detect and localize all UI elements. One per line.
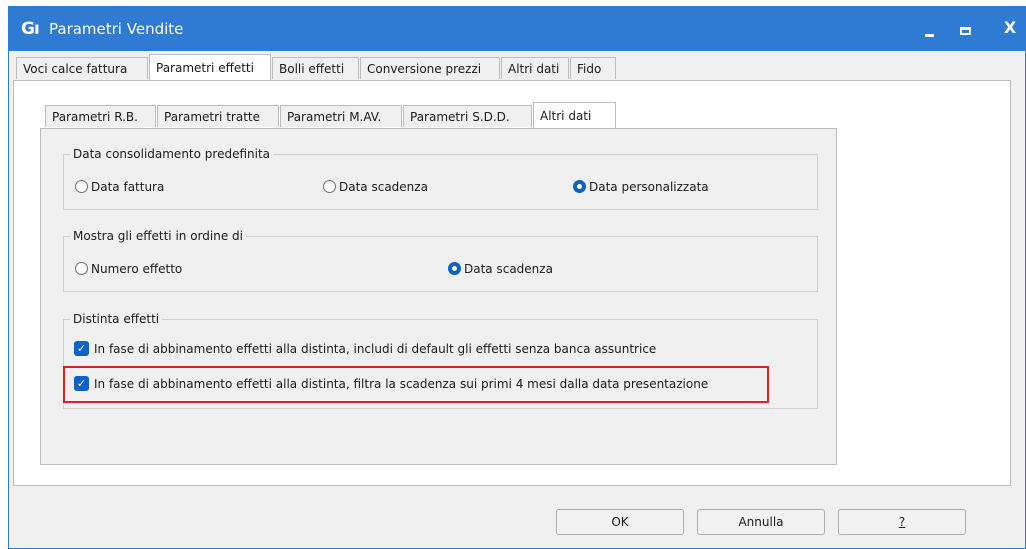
tab-parametri-mav[interactable]: Parametri M.AV. xyxy=(280,105,402,127)
tab-parametri-effetti[interactable]: Parametri effetti xyxy=(149,54,271,80)
group-legend-distinta: Distinta effetti xyxy=(70,311,163,327)
minimize-button[interactable] xyxy=(913,13,947,43)
checkmark-icon: ✓ xyxy=(74,376,89,391)
tab-parametri-rb[interactable]: Parametri R.B. xyxy=(45,105,156,127)
radio-label: Data scadenza xyxy=(339,180,428,194)
help-button-label: ? xyxy=(898,515,906,529)
group-legend-ordine: Mostra gli effetti in ordine di xyxy=(70,228,246,244)
radio-circle xyxy=(75,180,88,193)
radio-circle xyxy=(323,180,336,193)
title-bar[interactable]: Gı Parametri Vendite X xyxy=(9,7,1025,51)
tab-voci-calce-fattura[interactable]: Voci calce fattura xyxy=(16,57,148,79)
tab-altri-dati[interactable]: Altri dati xyxy=(501,57,569,79)
radio-label: Numero effetto xyxy=(91,262,183,276)
checkmark-icon: ✓ xyxy=(74,341,89,356)
close-button[interactable]: X xyxy=(993,18,1026,48)
tab-fido[interactable]: Fido xyxy=(570,57,616,79)
tab-conversione-prezzi[interactable]: Conversione prezzi xyxy=(360,57,500,79)
minimize-icon xyxy=(925,34,934,37)
tab-bolli-effetti[interactable]: Bolli effetti xyxy=(272,57,359,79)
checkbox-label: In fase di abbinamento effetti alla dist… xyxy=(94,377,709,391)
close-icon: X xyxy=(1003,18,1017,37)
maximize-button[interactable] xyxy=(949,13,983,43)
radio-circle xyxy=(75,262,88,275)
tab-parametri-tratte[interactable]: Parametri tratte xyxy=(157,105,279,127)
checkbox-label: In fase di abbinamento effetti alla dist… xyxy=(94,342,657,356)
ok-button[interactable]: OK xyxy=(556,509,684,535)
window-title: Parametri Vendite xyxy=(49,20,184,38)
radio-label: Data fattura xyxy=(91,180,165,194)
radio-circle-selected xyxy=(573,180,586,193)
tab-altri-dati-inner[interactable]: Altri dati xyxy=(533,102,616,128)
app-logo: Gı xyxy=(21,19,40,39)
help-button[interactable]: ? xyxy=(838,509,966,535)
maximize-icon xyxy=(960,27,971,35)
radio-label: Data personalizzata xyxy=(589,180,709,194)
group-legend-consolidamento: Data consolidamento predefinita xyxy=(70,146,274,162)
annulla-button[interactable]: Annulla xyxy=(697,509,825,535)
radio-circle-selected xyxy=(448,262,461,275)
radio-label: Data scadenza xyxy=(464,262,553,276)
tab-parametri-sdd[interactable]: Parametri S.D.D. xyxy=(403,105,532,127)
